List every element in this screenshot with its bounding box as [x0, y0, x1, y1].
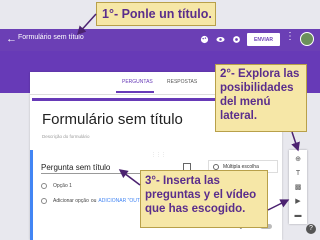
arrow-to-toolbar: [291, 131, 300, 152]
add-option-row[interactable]: Adicionar opção ou ADICIONAR "OUTRO": [41, 198, 149, 204]
more-vert-icon[interactable]: ⋮: [285, 32, 295, 42]
option-radio-icon: [41, 183, 47, 189]
add-option-label[interactable]: Adicionar opção: [53, 198, 89, 204]
gear-icon[interactable]: [232, 35, 241, 44]
palette-icon[interactable]: [200, 35, 209, 44]
side-toolbar: ⊕ T ▩ ▶ ▬: [289, 150, 307, 224]
callout-step-2: 2°- Explora las posibilidades del menú l…: [215, 64, 307, 132]
question-underline: [41, 173, 151, 174]
question-title[interactable]: Pergunta sem título: [41, 163, 110, 172]
send-button[interactable]: ENVIAR: [247, 33, 280, 46]
form-title[interactable]: Formulário sem título: [42, 111, 183, 128]
app-header: ← Formulário sem título ENVIAR ⋮: [0, 29, 320, 51]
add-question-icon[interactable]: ⊕: [294, 155, 303, 164]
add-image-icon[interactable]: ▩: [294, 183, 303, 192]
avatar[interactable]: [300, 32, 314, 46]
option-radio-icon: [41, 198, 47, 204]
form-description[interactable]: Descrição do formulário: [42, 134, 90, 139]
question-type-label: Múltipla escolha: [223, 163, 259, 170]
add-section-icon[interactable]: ▬: [294, 211, 303, 220]
arrow-left-icon[interactable]: ←: [6, 33, 17, 45]
eye-icon[interactable]: [216, 35, 225, 44]
add-video-icon[interactable]: ▶: [294, 197, 303, 206]
add-title-icon[interactable]: T: [294, 169, 303, 178]
header-form-title[interactable]: Formulário sem título: [18, 34, 84, 41]
callout-step-1: 1°- Ponle un título.: [96, 2, 216, 26]
drag-handle-icon[interactable]: ⋮⋮⋮: [151, 152, 166, 158]
callout-step-3: 3°- Inserta las preguntas y el vídeo que…: [140, 170, 268, 228]
tab-questions[interactable]: PERGUNTAS: [122, 79, 153, 85]
tab-responses[interactable]: RESPOSTAS: [167, 79, 197, 85]
help-icon[interactable]: ?: [306, 224, 316, 234]
active-tab-indicator: [116, 91, 154, 93]
or-label: ou: [90, 198, 97, 204]
option-label[interactable]: Opção 1: [53, 183, 72, 189]
option-row[interactable]: Opção 1: [41, 183, 72, 189]
